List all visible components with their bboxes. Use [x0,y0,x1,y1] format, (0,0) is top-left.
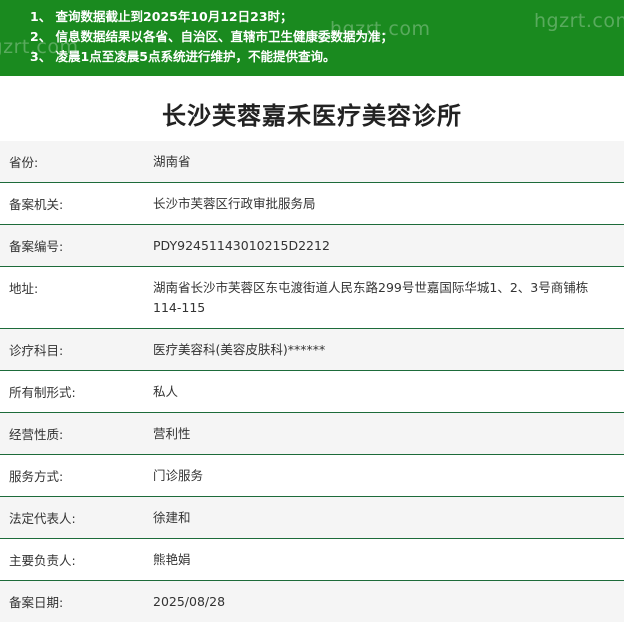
table-row: 备案机关: 长沙市芙蓉区行政审批服务局 [0,183,624,225]
table-row: 备案日期: 2025/08/28 [0,581,624,622]
table-row: 法定代表人: 徐建和 [0,497,624,539]
row-value: 徐建和 [153,510,191,525]
row-value: 门诊服务 [153,468,204,483]
table-row: 经营性质: 营利性 [0,413,624,455]
row-value: 私人 [153,384,179,399]
row-label: 省份: [9,155,39,170]
row-label: 备案日期: [9,595,64,610]
row-label: 主要负责人: [9,553,76,568]
row-value: PDY92451143010215D2212 [153,238,330,253]
row-value: 长沙市芙蓉区行政审批服务局 [153,196,316,211]
table-row: 服务方式: 门诊服务 [0,455,624,497]
page-title: 长沙芙蓉嘉禾医疗美容诊所 [162,102,462,130]
row-label: 法定代表人: [9,511,76,526]
notice-line: 1、 查询数据截止到2025年10月12日23时； [30,9,293,24]
row-label: 备案编号: [9,239,64,254]
table-row: 主要负责人: 熊艳娟 [0,539,624,581]
row-value: 熊艳娟 [153,552,191,567]
table-row: 诊疗科目: 医疗美容科(美容皮肤科)****** [0,329,624,371]
notice-banner: hgzrt.com hgzrt.com hgzrt.com 1、 查询数据截止到… [0,0,624,76]
table-row: 所有制形式: 私人 [0,371,624,413]
row-label: 备案机关: [9,197,64,212]
row-value: 湖南省长沙市芙蓉区东屯渡街道人民东路299号世嘉国际华城1、2、3号商铺栋114… [153,280,589,315]
notice-line: 2、 信息数据结果以各省、自治区、直辖市卫生健康委数据为准； [30,29,394,44]
table-row: 备案编号: PDY92451143010215D2212 [0,225,624,267]
row-label: 地址: [9,281,39,296]
row-value: 营利性 [153,426,191,441]
row-value: 医疗美容科(美容皮肤科)****** [153,342,326,357]
row-label: 服务方式: [9,469,64,484]
table-row: 地址: 湖南省长沙市芙蓉区东屯渡街道人民东路299号世嘉国际华城1、2、3号商铺栋… [0,267,624,329]
row-label: 所有制形式: [9,385,76,400]
table-row: 省份: 湖南省 [0,141,624,183]
row-label: 经营性质: [9,427,64,442]
row-value: 湖南省 [153,154,191,169]
notice-line: 3、 凌晨1点至凌晨5点系统进行维护，不能提供查询。 [30,49,336,64]
info-table: 省份: 湖南省 备案机关: 长沙市芙蓉区行政审批服务局 备案编号: PDY924511… [0,141,624,622]
row-label: 诊疗科目: [9,343,64,358]
row-value: 2025/08/28 [153,594,226,609]
